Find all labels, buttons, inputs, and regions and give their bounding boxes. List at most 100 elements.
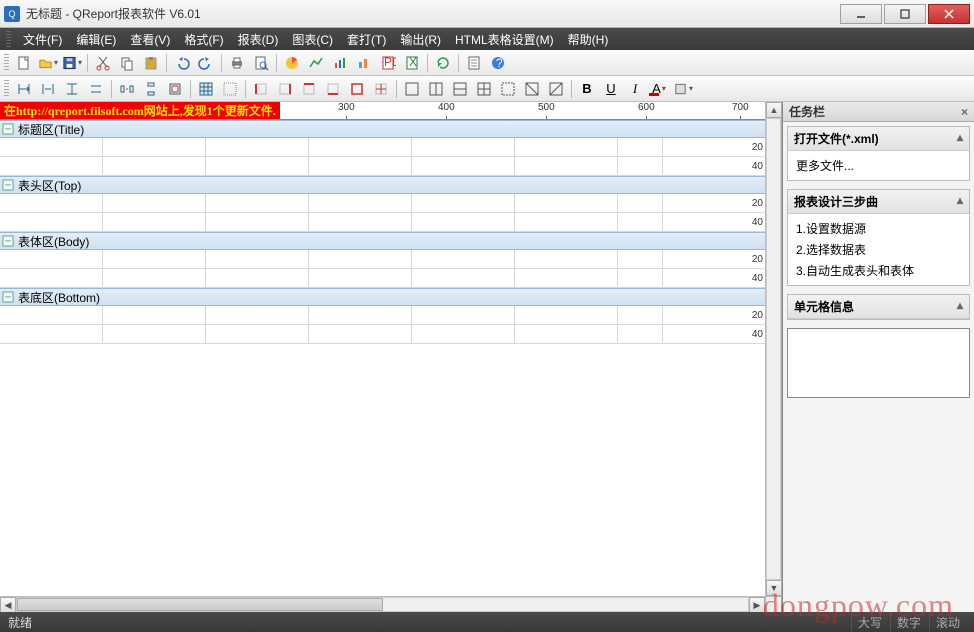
group-header[interactable]: 单元格信息▴: [788, 295, 969, 319]
section-header[interactable]: 表头区(Top): [0, 176, 765, 194]
grid-row[interactable]: [0, 157, 765, 176]
bold-icon[interactable]: B: [576, 78, 598, 100]
design-canvas[interactable]: 在http://qreport.filsoft.com网站上,发现1个更新文件.…: [0, 102, 782, 612]
chart-bar3d-icon[interactable]: [353, 52, 375, 74]
cell-border1-icon[interactable]: [401, 78, 423, 100]
grid-cell[interactable]: [309, 269, 412, 287]
collapse-toggle-icon[interactable]: [2, 179, 14, 191]
grid-cell[interactable]: [309, 213, 412, 231]
horizontal-scrollbar[interactable]: ◀ ▶: [0, 596, 765, 612]
grid-cell[interactable]: [206, 213, 309, 231]
section-body[interactable]: 2040: [0, 194, 765, 232]
grid-cell[interactable]: [0, 213, 103, 231]
grid-cell[interactable]: [515, 157, 618, 175]
cell-border3-icon[interactable]: [449, 78, 471, 100]
distribute-h-icon[interactable]: [116, 78, 138, 100]
font-color-icon[interactable]: A▾: [648, 78, 670, 100]
step-3[interactable]: 3.自动生成表头和表体: [796, 260, 961, 281]
task-pane-close-icon[interactable]: ×: [961, 105, 968, 119]
print-icon[interactable]: [226, 52, 248, 74]
design-body[interactable]: 标题区(Title)2040表头区(Top)2040表体区(Body)2040表…: [0, 120, 765, 596]
menu-file[interactable]: 文件(F): [17, 29, 68, 50]
more-files-link[interactable]: 更多文件...: [796, 155, 961, 176]
open-file-icon[interactable]: ▾: [37, 52, 59, 74]
minimize-button[interactable]: [840, 4, 882, 24]
grid-cell[interactable]: [412, 250, 515, 268]
grid-cell[interactable]: [0, 325, 103, 343]
grid-row[interactable]: [0, 269, 765, 288]
grid-cell[interactable]: [618, 138, 663, 156]
cell-border4-icon[interactable]: [473, 78, 495, 100]
snap-grid-icon[interactable]: [219, 78, 241, 100]
grid-row[interactable]: [0, 325, 765, 344]
border-top-icon[interactable]: [298, 78, 320, 100]
grid-cell[interactable]: [618, 213, 663, 231]
update-banner[interactable]: 在http://qreport.filsoft.com网站上,发现1个更新文件.: [0, 102, 280, 120]
grid-cell[interactable]: [412, 269, 515, 287]
vertical-scrollbar[interactable]: ▲ ▼: [765, 102, 781, 596]
grid-row[interactable]: [0, 306, 765, 325]
grid-cell[interactable]: [515, 138, 618, 156]
grid-cell[interactable]: [618, 306, 663, 324]
grid-cell[interactable]: [103, 138, 206, 156]
cut-icon[interactable]: [92, 52, 114, 74]
menu-export[interactable]: 输出(R): [394, 29, 447, 50]
grid-cell[interactable]: [103, 325, 206, 343]
scroll-track[interactable]: [766, 118, 781, 580]
fill-color-icon[interactable]: ▾: [672, 78, 694, 100]
print-preview-icon[interactable]: [250, 52, 272, 74]
redo-icon[interactable]: [195, 52, 217, 74]
scroll-track[interactable]: [16, 597, 749, 612]
scroll-right-icon[interactable]: ▶: [749, 597, 765, 612]
chart-line-icon[interactable]: [305, 52, 327, 74]
grid-cell[interactable]: [309, 194, 412, 212]
grid-row[interactable]: [0, 250, 765, 269]
step-1[interactable]: 1.设置数据源: [796, 218, 961, 239]
grid-cell[interactable]: [103, 250, 206, 268]
help-icon[interactable]: ?: [487, 52, 509, 74]
align-inc-width-icon[interactable]: [13, 78, 35, 100]
section-body[interactable]: 2040: [0, 306, 765, 344]
same-size-icon[interactable]: [164, 78, 186, 100]
collapse-icon[interactable]: ▴: [957, 193, 963, 210]
export-pdf-icon[interactable]: PDF: [377, 52, 399, 74]
grid-cell[interactable]: [618, 194, 663, 212]
grid-cell[interactable]: [0, 250, 103, 268]
scroll-left-icon[interactable]: ◀: [0, 597, 16, 612]
border-inner-icon[interactable]: [370, 78, 392, 100]
paste-icon[interactable]: [140, 52, 162, 74]
grid-cell[interactable]: [412, 325, 515, 343]
menu-batch[interactable]: 套打(T): [341, 29, 392, 50]
grid-cell[interactable]: [206, 138, 309, 156]
cell-border5-icon[interactable]: [497, 78, 519, 100]
grid-cell[interactable]: [515, 306, 618, 324]
grid-cell[interactable]: [206, 325, 309, 343]
grid-cell[interactable]: [309, 138, 412, 156]
grid-cell[interactable]: [309, 157, 412, 175]
section-body[interactable]: 2040: [0, 250, 765, 288]
italic-icon[interactable]: I: [624, 78, 646, 100]
underline-icon[interactable]: U: [600, 78, 622, 100]
collapse-toggle-icon[interactable]: [2, 123, 14, 135]
section-body[interactable]: 2040: [0, 138, 765, 176]
grid-cell[interactable]: [103, 157, 206, 175]
export-excel-icon[interactable]: X: [401, 52, 423, 74]
grid-cell[interactable]: [618, 250, 663, 268]
grid-cell[interactable]: [412, 157, 515, 175]
align-dec-height-icon[interactable]: [85, 78, 107, 100]
chart-bar-icon[interactable]: [329, 52, 351, 74]
collapse-toggle-icon[interactable]: [2, 235, 14, 247]
grid-cell[interactable]: [618, 325, 663, 343]
cell-border7-icon[interactable]: [545, 78, 567, 100]
align-dec-width-icon[interactable]: [37, 78, 59, 100]
undo-icon[interactable]: [171, 52, 193, 74]
grid-cell[interactable]: [618, 269, 663, 287]
grid-cell[interactable]: [309, 306, 412, 324]
grid-cell[interactable]: [103, 194, 206, 212]
group-header[interactable]: 报表设计三步曲▴: [788, 190, 969, 214]
copy-icon[interactable]: [116, 52, 138, 74]
section-header[interactable]: 表体区(Body): [0, 232, 765, 250]
grid-row[interactable]: [0, 213, 765, 232]
grid-cell[interactable]: [309, 325, 412, 343]
grid-cell[interactable]: [206, 306, 309, 324]
